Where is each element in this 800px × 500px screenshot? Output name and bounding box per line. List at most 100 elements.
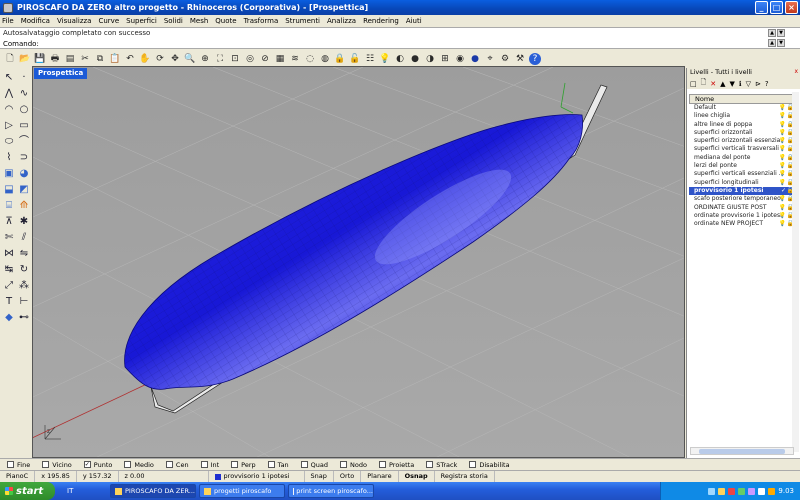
layer-row[interactable]: superfici verticali trasversali 💡 🔓 (689, 145, 795, 153)
new-sublayer-icon[interactable]: 🗋 (701, 78, 707, 89)
layer-row[interactable]: mediana del ponte 💡 🔒 (689, 154, 795, 162)
menu-aiuti[interactable]: Aiuti (406, 17, 422, 25)
render-sphere-icon[interactable]: ● (469, 53, 481, 65)
layer-row[interactable]: Default 💡 🔓 (689, 104, 795, 112)
osnap-cen[interactable]: Cen (165, 461, 189, 469)
language-indicator[interactable]: IT (67, 487, 107, 495)
properties-icon[interactable]: ☷ (364, 53, 376, 65)
checkbox[interactable] (340, 461, 348, 468)
import-icon[interactable]: ▤ (64, 53, 76, 65)
save-icon[interactable]: 💾 (34, 53, 46, 65)
pan-icon[interactable]: ✋ (139, 53, 151, 65)
start-button[interactable]: start (0, 482, 55, 500)
menu-solidi[interactable]: Solidi (164, 17, 183, 25)
sphere-icon[interactable]: ◕ (17, 167, 31, 181)
layers-icon[interactable]: ≋ (289, 53, 301, 65)
menu-analizza[interactable]: Analizza (327, 17, 356, 25)
menu-quote[interactable]: Quote (215, 17, 236, 25)
command-input[interactable] (41, 39, 742, 48)
menu-modifica[interactable]: Modifica (21, 17, 50, 25)
menu-visualizza[interactable]: Visualizza (57, 17, 91, 25)
layer-info-icon[interactable]: ℹ (739, 80, 742, 88)
lightbulb-icon[interactable]: 💡 (779, 137, 786, 145)
zoom-selected-icon[interactable]: ⊡ (229, 53, 241, 65)
osnap-nodo[interactable]: Nodo (340, 461, 367, 469)
explode-icon[interactable]: ✱ (17, 215, 31, 229)
layer-row[interactable]: superfici longitudinali 💡 🔓 (689, 179, 795, 187)
menu-file[interactable]: File (2, 17, 14, 25)
osnap-toggle[interactable]: Osnap (399, 471, 435, 482)
ellipse-icon[interactable]: ⬭ (2, 135, 16, 149)
lightbulb-icon[interactable]: 💡 (779, 162, 786, 170)
osnap-disabilita[interactable]: Disabilita (469, 461, 510, 469)
tray-extra-icon[interactable] (768, 487, 776, 495)
arc-icon[interactable]: ◠ (2, 103, 16, 117)
lightbulb-icon[interactable]: 💡 (779, 145, 786, 153)
trim-icon[interactable]: ✄ (2, 231, 16, 245)
paste-icon[interactable]: 📋 (109, 53, 121, 65)
history-toggle[interactable]: Registra storia (435, 471, 495, 482)
osnap-proietta[interactable]: Proietta (378, 461, 414, 469)
cylinder-icon[interactable]: ⌸ (2, 199, 16, 213)
ghosted-icon[interactable]: ◉ (454, 53, 466, 65)
new-file-icon[interactable]: 🗋 (4, 53, 16, 65)
layer-row[interactable]: scafo posteriore temporaneo 💡 🔒 (689, 195, 795, 203)
tray-security-icon[interactable] (728, 487, 736, 495)
layer-row[interactable]: superfici verticali essenziali ... 💡 🔓 (689, 170, 795, 178)
point-icon[interactable]: · (17, 71, 31, 85)
osnap-int[interactable]: Int (200, 461, 219, 469)
lightbulb-icon[interactable]: 💡 (779, 204, 786, 212)
menu-curve[interactable]: Curve (98, 17, 119, 25)
shaded-icon[interactable]: ● (409, 53, 421, 65)
perspective-viewport[interactable]: z Prospettica (32, 66, 685, 458)
rotate-icon[interactable]: ↻ (17, 263, 31, 277)
task-rhino[interactable]: PIROSCAFO DA ZER... (110, 484, 196, 498)
checkbox[interactable] (165, 461, 173, 468)
checkbox[interactable] (300, 461, 308, 468)
checkbox[interactable] (378, 461, 386, 468)
scroll-up-button[interactable]: ▲ (768, 29, 776, 37)
osnap-vicino[interactable]: Vicino (42, 461, 72, 469)
rectangle-icon[interactable]: ▭ (17, 119, 31, 133)
tray-misc-icon[interactable] (758, 487, 766, 495)
mirror-icon[interactable]: ⇋ (17, 247, 31, 261)
lightbulb-icon[interactable]: 💡 (779, 112, 786, 120)
lightbulb-icon[interactable]: 💡 (779, 104, 786, 112)
planare-toggle[interactable]: Planare (361, 471, 399, 482)
undo-icon[interactable]: ↶ (124, 53, 136, 65)
orto-toggle[interactable]: Orto (334, 471, 362, 482)
circle-icon[interactable]: ○ (17, 103, 31, 117)
checkmark-icon[interactable]: ✓ (781, 187, 786, 195)
select-icon[interactable]: ↖ (2, 71, 16, 85)
lightbulb-icon[interactable]: 💡 (779, 179, 786, 187)
lightbulb-icon[interactable]: 💡 (779, 170, 786, 178)
osnap-punto[interactable]: ✓ Punto (83, 461, 112, 469)
zoom-extents-icon[interactable]: ⛶ (214, 53, 226, 65)
analyze-icon[interactable]: ◆ (2, 311, 16, 325)
grid-icon[interactable]: ▦ (274, 53, 286, 65)
scale-icon[interactable]: ⤢ (2, 279, 16, 293)
loft-icon[interactable]: ⟰ (17, 199, 31, 213)
move-view-icon[interactable]: ✥ (169, 53, 181, 65)
lightbulb-icon[interactable]: 💡 (779, 129, 786, 137)
task-paint[interactable]: print screen piroscafo... (288, 484, 374, 498)
checkbox[interactable] (42, 461, 50, 468)
offset-icon[interactable]: ⊃ (17, 151, 31, 165)
split-icon[interactable]: ⫽ (17, 231, 31, 245)
free-curve-icon[interactable]: ⌇ (2, 151, 16, 165)
osnap-perp[interactable]: Perp (231, 461, 256, 469)
expand-icon[interactable]: ⊳ (755, 80, 761, 88)
box-icon[interactable]: ▣ (2, 167, 16, 181)
move-icon[interactable]: ↹ (2, 263, 16, 277)
checkbox[interactable] (200, 461, 208, 468)
filter-icon[interactable]: ▽ (746, 80, 751, 88)
dimension-icon[interactable]: ⊢ (17, 295, 31, 309)
osnap-strack[interactable]: STrack (426, 461, 457, 469)
layer-row[interactable]: ORDINATE GIUSTE POST 💡 🔓 (689, 204, 795, 212)
layer-row[interactable]: altre linee di poppa 💡 🔒 (689, 121, 795, 129)
viewport-tab[interactable]: Prospettica (34, 68, 88, 79)
lightbulb-icon[interactable]: 💡 (779, 212, 786, 220)
menu-superfici[interactable]: Superfici (126, 17, 157, 25)
checkbox[interactable] (124, 461, 132, 468)
layer-row[interactable]: linee chiglia 💡 🔓 (689, 112, 795, 120)
